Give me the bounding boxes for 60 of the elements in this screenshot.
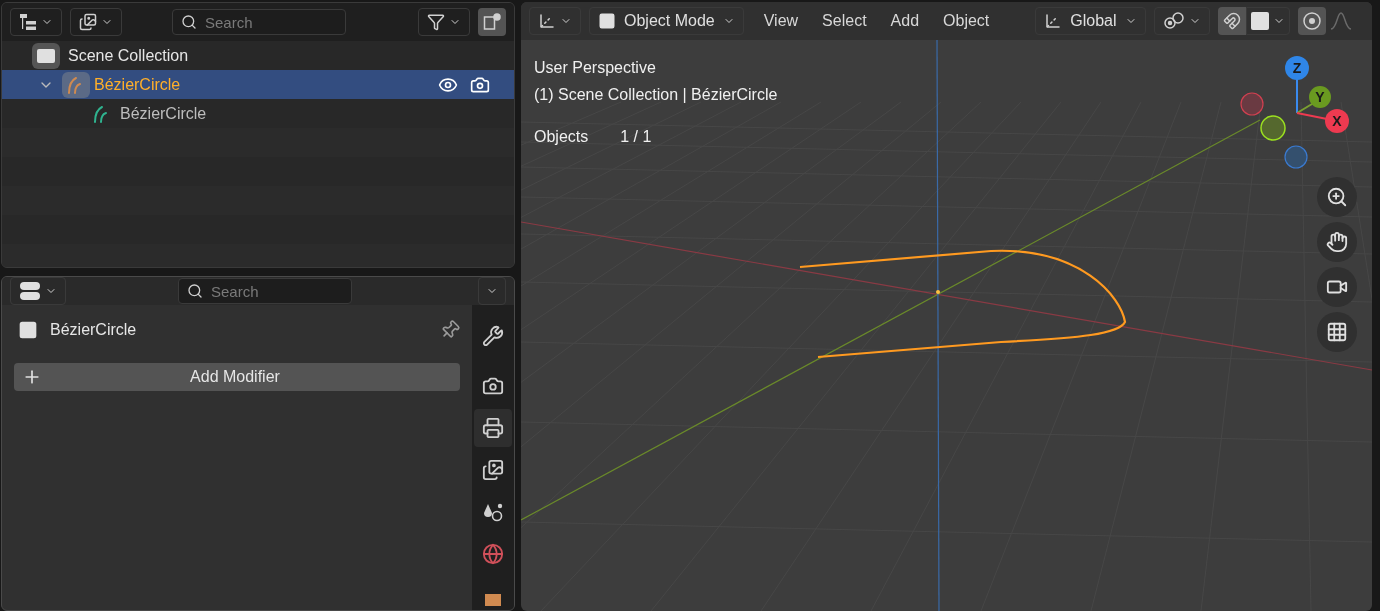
menu-item[interactable]: Object: [943, 9, 990, 33]
object-square-icon: [485, 594, 501, 606]
pivot-icon: [1162, 12, 1185, 30]
search-field[interactable]: Search: [172, 9, 346, 35]
stats-value: 1 / 1: [620, 127, 652, 147]
ortho-toggle-button[interactable]: [1317, 312, 1357, 352]
filter-icon: [427, 13, 445, 31]
mode-dropdown[interactable]: Object Mode: [589, 7, 744, 35]
search-icon: [181, 14, 197, 30]
add-modifier-button[interactable]: Add Modifier: [14, 363, 460, 391]
search-field[interactable]: Search: [178, 278, 352, 304]
collection-path: (1) Scene Collection | BézierCircle: [534, 85, 778, 105]
magnet-icon: [1222, 12, 1241, 30]
snap-target-dropdown[interactable]: [1245, 7, 1290, 35]
zoom-button[interactable]: [1317, 177, 1357, 217]
editor-type-button[interactable]: [10, 277, 66, 305]
new-collection-button[interactable]: [478, 8, 506, 36]
outliner-item[interactable]: Scene Collection: [68, 43, 189, 68]
menu-item[interactable]: Select: [822, 9, 867, 33]
search-icon: [187, 283, 203, 299]
object-name: BézierCircle: [50, 320, 137, 340]
pivot-dropdown[interactable]: [1153, 7, 1210, 35]
scene-shapes-icon: [482, 501, 504, 523]
object-icon: [598, 12, 616, 30]
toggles-icon: [19, 281, 41, 301]
tree-list-icon: [19, 13, 37, 31]
world-icon: [482, 543, 504, 565]
tool-icon: [482, 325, 504, 347]
outliner-item[interactable]: BézierCircle: [94, 72, 181, 97]
render-icon: [482, 375, 504, 397]
target-circle-icon: [1301, 11, 1322, 31]
orientation-dropdown[interactable]: Global: [1035, 7, 1146, 35]
filter-button[interactable]: [418, 8, 470, 36]
filter-type-button[interactable]: [70, 8, 122, 36]
transform-axes-icon: [1044, 12, 1063, 30]
stats-label: Objects: [534, 127, 589, 147]
snap-toggle[interactable]: [1217, 7, 1246, 35]
collection-plus-icon: [483, 13, 501, 31]
pan-button[interactable]: [1317, 222, 1357, 262]
images-icon: [79, 13, 97, 31]
menu-item[interactable]: View: [763, 9, 799, 33]
properties-tab[interactable]: [474, 409, 512, 447]
camera-view-button[interactable]: [1317, 267, 1357, 307]
display-mode-button[interactable]: [10, 8, 62, 36]
view-layer-icon: [482, 459, 504, 481]
falloff-curve-icon[interactable]: [1329, 11, 1352, 31]
grid-icon: [1326, 321, 1348, 343]
menu-item[interactable]: Add: [890, 9, 920, 33]
outliner-item[interactable]: BézierCircle: [120, 101, 207, 126]
snap-square-icon: [1250, 12, 1269, 30]
proportional-edit-toggle[interactable]: [1297, 7, 1326, 35]
editor-type-button[interactable]: [529, 7, 581, 35]
collection-box-icon: [32, 42, 60, 69]
view-name: User Perspective: [534, 58, 657, 78]
navigation-gizmo-drawing[interactable]: Z Y X: [1237, 56, 1367, 176]
object-icon: [18, 320, 38, 340]
axes-icon: [538, 12, 556, 30]
zoom-icon: [1326, 186, 1348, 208]
output-icon: [482, 417, 504, 439]
hand-icon: [1326, 231, 1348, 253]
